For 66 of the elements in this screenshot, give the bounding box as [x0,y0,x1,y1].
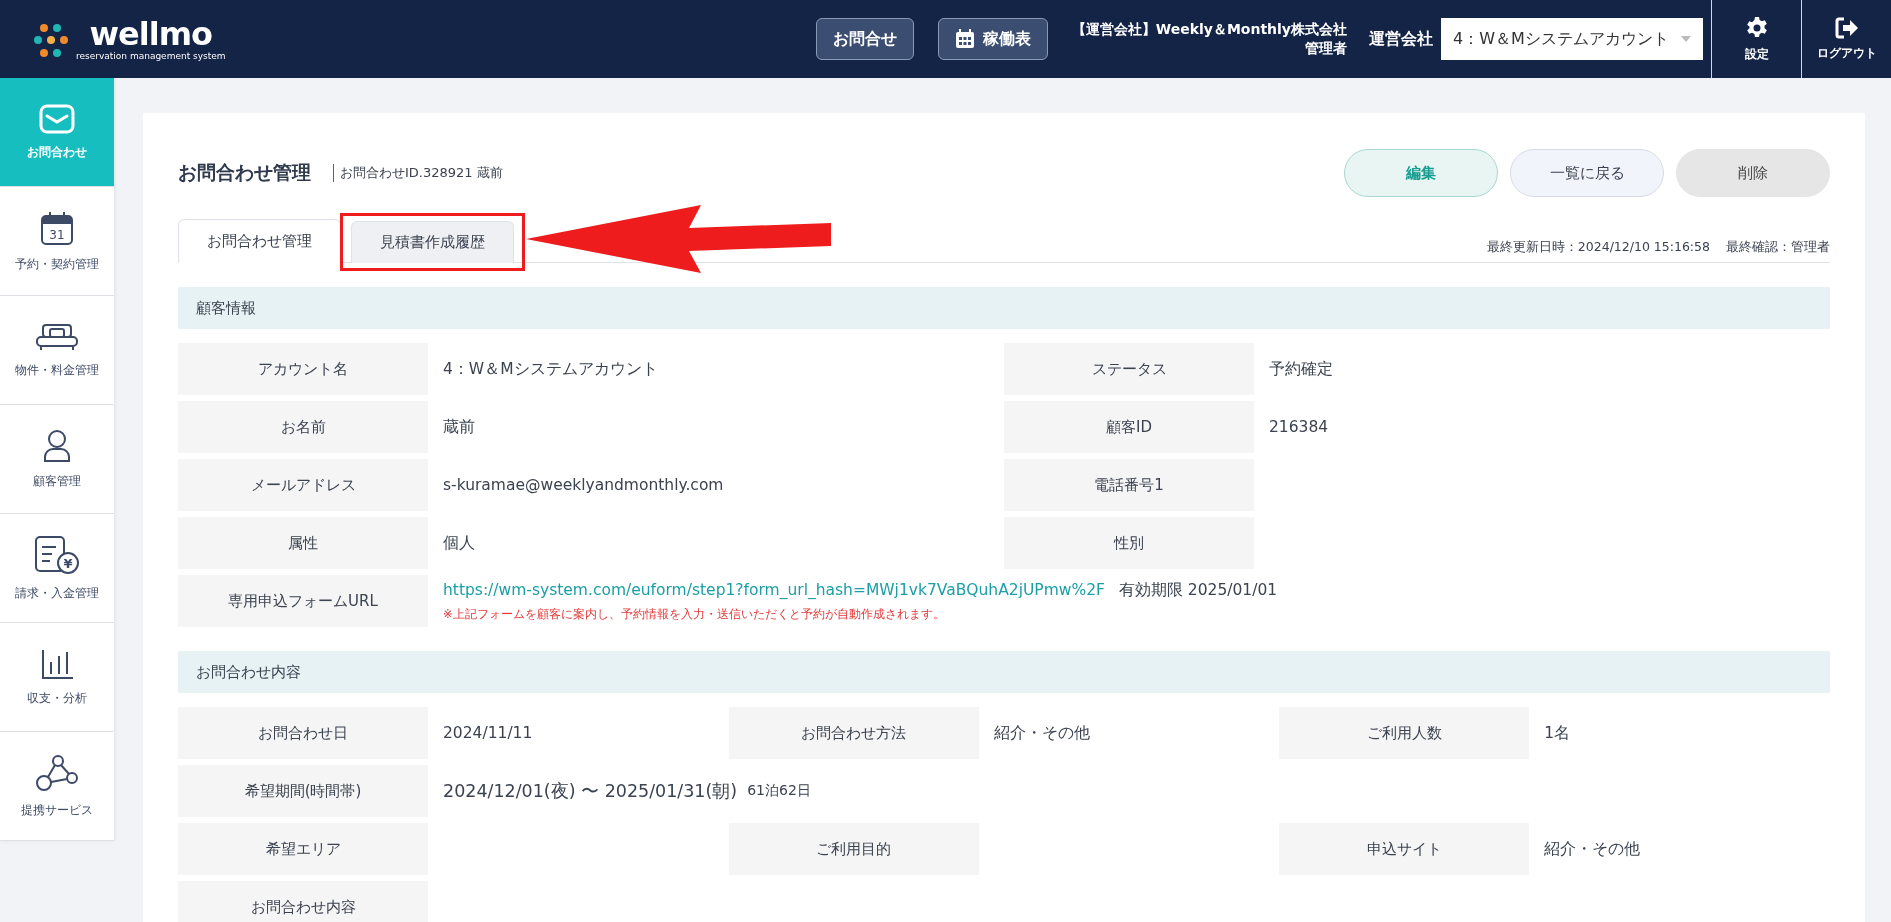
field-label: アカウント名 [178,343,428,395]
field-label: ご利用人数 [1279,707,1530,759]
sidebar-item[interactable]: 収支・分析 [0,623,114,732]
field-value: 2024/11/11 [443,724,533,742]
field-label: お問合わせ方法 [728,707,979,759]
field-label: 属性 [178,517,428,569]
connected-nodes-icon [36,753,78,792]
logo-text: wellmo [89,17,213,50]
field-value: 1名 [1544,722,1571,744]
tab[interactable]: 見積書作成履歴 [351,221,514,263]
field-value: 紹介・その他 [993,722,1090,744]
last-updated: 最終更新日時：2024/12/10 15:16:58 [1486,239,1710,256]
nights-count: 61泊62日 [747,782,811,800]
field-label: お名前 [178,401,428,453]
field-label: ご利用目的 [728,823,979,875]
sidebar-item[interactable]: 提携サービス [0,732,114,841]
action-button[interactable]: 削除 [1676,149,1830,197]
logout-icon [1834,16,1859,39]
last-confirmed: 最終確認：管理者 [1726,239,1830,256]
field-value: 予約確定 [1269,358,1333,380]
header-button[interactable]: 稼働表 [937,18,1048,60]
header-button[interactable]: お問合せ [815,18,914,60]
person-icon [42,428,72,463]
logo-tagline: reservation management system [76,51,226,61]
field-label: お問合わせ日 [178,707,428,759]
field-label: 性別 [1004,517,1254,569]
field-label: 希望期間(時間帯) [178,765,428,817]
inquiry-id: お問合わせID.328921 蔵前 [333,164,503,182]
sidebar-item[interactable]: 顧客管理 [0,405,114,514]
field-value: 蔵前 [443,416,475,438]
logo-dots-icon [32,21,68,57]
action-button[interactable]: 一覧に戻る [1510,149,1664,197]
field-label: 専用申込フォームURL [178,575,428,627]
section-header: お問合わせ内容 [178,651,1830,693]
calendar-icon [954,29,975,49]
operator-company: 【運営会社】Weekly＆Monthly株式会社 [1071,20,1347,39]
settings-icon [1744,15,1769,40]
operator-role: 管理者 [1305,39,1347,58]
envelope-icon [39,103,75,134]
field-label: 希望エリア [178,823,428,875]
field-label: お問合わせ内容 [178,881,428,922]
bed-icon [35,321,79,352]
bar-chart-icon [40,647,74,680]
field-value: 4：W＆Mシステムアカウント [443,358,658,380]
header-action-button[interactable]: ログアウト [1801,0,1891,78]
expiry-date: 有効期限 2025/01/01 [1118,580,1278,601]
field-value: 個人 [443,532,475,554]
sidebar-item[interactable]: 31 予約・契約管理 [0,187,114,296]
company-select[interactable]: 4：W＆Mシステムアカウント [1441,18,1703,60]
field-value: 紹介・その他 [1544,838,1641,860]
field-label: ステータス [1004,343,1254,395]
company-label: 運営会社 [1369,28,1433,50]
field-value: 216384 [1269,418,1329,436]
field-label: 申込サイト [1279,823,1530,875]
field-label: メールアドレス [178,459,428,511]
page-title: お問合わせ管理 [178,160,311,185]
field-value: 2024/12/01(夜) 〜 2025/01/31(朝) [443,780,738,803]
sidebar-item[interactable]: 物件・料金管理 [0,296,114,405]
field-value: s-kuramae@weeklyandmonthly.com [443,476,724,494]
field-label: 顧客ID [1004,401,1254,453]
section-header: 顧客情報 [178,287,1830,329]
header-action-button[interactable]: 設定 [1711,0,1801,78]
tab[interactable]: お問合わせ管理 [178,219,341,263]
notice-text: ※上記フォームを顧客に案内し、予約情報を入力・送信いただくと予約が自動作成されます。 [443,607,946,622]
sidebar-item[interactable]: ¥ 請求・入金管理 [0,514,114,623]
field-label: 電話番号1 [1004,459,1254,511]
